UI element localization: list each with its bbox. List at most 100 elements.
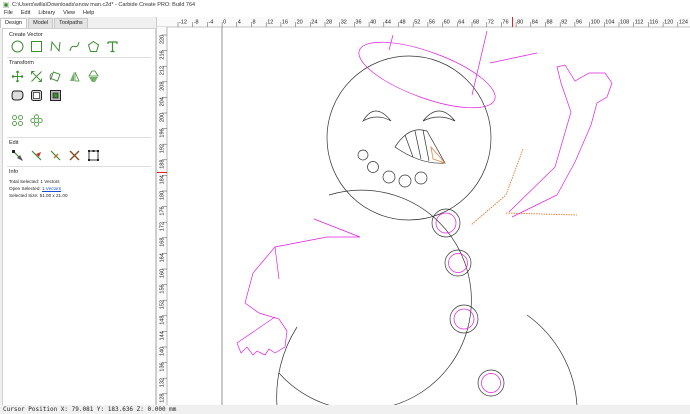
cut-lines-icon — [69, 150, 80, 161]
y-ruler-label: 156 — [160, 284, 166, 293]
menu-edit[interactable]: Edit — [17, 10, 34, 16]
boundary-box-button[interactable] — [87, 149, 100, 162]
x-ruler-label: 108 — [620, 20, 629, 26]
rotate-tool-button[interactable] — [49, 70, 62, 83]
group-circles-icon — [30, 114, 43, 127]
trim-button[interactable] — [30, 149, 43, 162]
menu-help[interactable]: Help — [79, 10, 98, 16]
info-open-selected-label: Open Selected: — [9, 186, 41, 191]
divider — [7, 57, 151, 58]
y-ruler-label: 184 — [160, 175, 166, 184]
info-selected-size-value: 51.00 x 21.00 — [39, 193, 68, 198]
x-ruler-label: 104 — [605, 20, 614, 26]
smooth-tool-button[interactable] — [11, 89, 24, 102]
menu-view[interactable]: View — [59, 10, 79, 16]
info-selected-size-label: Selected Size: — [9, 193, 39, 198]
pentagon-icon — [87, 40, 100, 52]
y-ruler-label: 152 — [160, 300, 166, 309]
x-ruler-label: 96 — [576, 20, 582, 26]
section-create-vector: Create Vector — [9, 32, 43, 38]
curve-tool-button[interactable] — [68, 40, 81, 53]
flip-tool-button[interactable] — [87, 70, 100, 83]
x-ruler-label: 28 — [326, 20, 332, 26]
tab-design[interactable]: Design — [0, 18, 28, 28]
y-ruler-label: 180 — [160, 191, 166, 200]
text-tool-button[interactable] — [106, 40, 119, 53]
circle-tool-button[interactable] — [11, 40, 24, 53]
x-ruler-label: 72 — [488, 20, 494, 26]
y-ruler-label: 204 — [160, 97, 166, 106]
divider — [7, 137, 151, 138]
x-ruler-label: -4 — [208, 20, 213, 26]
tab-toolpaths[interactable]: Toolpaths — [54, 18, 88, 28]
y-ruler-label: 216 — [160, 50, 166, 59]
polyline-tool-button[interactable] — [49, 40, 62, 53]
x-ruler-label: 8 — [253, 20, 256, 26]
x-ruler-label: 56 — [429, 20, 435, 26]
y-ruler-label: 128 — [160, 394, 166, 403]
info-open-selected-link[interactable]: 1 Vectors — [42, 186, 61, 191]
bounding-box-icon — [88, 150, 99, 161]
mirror-tool-button[interactable] — [68, 70, 81, 83]
info-total-selected: Total Selected: 1 Vectors — [9, 179, 60, 184]
design-panel: Create Vector Transform Edit Info Total … — [2, 28, 156, 406]
section-info: Info — [9, 169, 19, 175]
inset-tool-button[interactable] — [49, 89, 62, 102]
y-ruler-label: 140 — [160, 347, 166, 356]
align-tool-button[interactable] — [11, 114, 24, 127]
scale-icon — [31, 71, 42, 82]
y-ruler-label: 208 — [160, 82, 166, 91]
y-ruler-label: 196 — [160, 128, 166, 137]
x-ruler-label: 68 — [473, 20, 479, 26]
y-ruler-label: 164 — [160, 253, 166, 262]
section-edit: Edit — [9, 140, 19, 146]
x-ruler-label: 4 — [238, 20, 241, 26]
x-ruler-label: 88 — [547, 20, 553, 26]
y-ruler-label: 172 — [160, 222, 166, 231]
join-button[interactable] — [49, 149, 62, 162]
window-title: C:\Users\willa\Downloads\snow man.c2d* -… — [12, 1, 196, 8]
x-ruler-label: 80 — [517, 20, 523, 26]
move-arrows-icon — [11, 70, 24, 83]
polygon-tool-button[interactable] — [87, 40, 100, 53]
offset-tool-button[interactable] — [30, 89, 43, 102]
inset-icon — [50, 90, 61, 101]
cursor-position-readout: Cursor Position X: 79.081 Y: 183.636 Z: … — [3, 406, 177, 413]
smooth-shape-icon — [11, 90, 24, 101]
x-ruler-label: 0 — [223, 20, 226, 26]
scale-tool-button[interactable] — [30, 70, 43, 83]
y-ruler-label: 168 — [160, 238, 166, 247]
title-bar: C:\Users\willa\Downloads\snow man.c2d* -… — [0, 0, 690, 9]
y-ruler-label: 136 — [160, 362, 166, 371]
node-edit-button[interactable] — [11, 149, 24, 162]
section-transform: Transform — [9, 60, 34, 66]
y-ruler-label: 192 — [160, 144, 166, 153]
menu-file[interactable]: File — [0, 10, 17, 16]
cut-button[interactable] — [68, 149, 81, 162]
x-ruler-label: 124 — [679, 20, 688, 26]
x-ruler-label: -8 — [194, 20, 199, 26]
polyline-icon — [50, 40, 61, 53]
y-ruler-label: 212 — [160, 66, 166, 75]
group-tool-button[interactable] — [30, 114, 43, 127]
mode-tabs: Design Model Toolpaths — [0, 18, 156, 28]
y-ruler-label: 200 — [160, 113, 166, 122]
align-circles-icon — [12, 115, 23, 126]
x-ruler-label: 48 — [400, 20, 406, 26]
info-open-selected: Open Selected: 1 Vectors — [9, 186, 61, 191]
join-icon — [50, 150, 61, 161]
rectangle-icon — [31, 41, 42, 52]
design-canvas[interactable]: -12 -8 -4 0 4 8 12 16 20 24 28 32 36 40 44 48 52 56 60 64 68… — [157, 17, 690, 406]
x-ruler-label: 40 — [370, 20, 376, 26]
curve-icon — [69, 41, 80, 52]
x-ruler-label: 20 — [297, 20, 303, 26]
x-ruler-label: 44 — [385, 20, 391, 26]
rectangle-tool-button[interactable] — [30, 40, 43, 53]
tab-model[interactable]: Model — [28, 18, 54, 28]
divider — [7, 166, 151, 167]
y-ruler-label: 160 — [160, 269, 166, 278]
move-tool-button[interactable] — [11, 70, 24, 83]
x-ruler-label: 16 — [282, 20, 288, 26]
menu-library[interactable]: Library — [34, 10, 59, 16]
x-ruler-label: 76 — [502, 20, 508, 26]
